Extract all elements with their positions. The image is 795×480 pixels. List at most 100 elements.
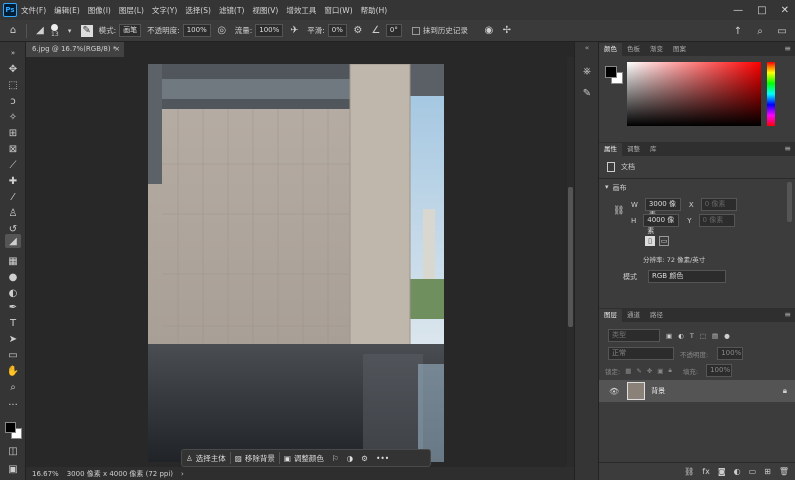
healing-tool-icon[interactable]: ✚	[5, 174, 21, 188]
new-layer-icon[interactable]: ⊞	[764, 467, 771, 476]
tab-adjustments[interactable]: 调整	[622, 143, 645, 156]
layer-name[interactable]: 背景	[651, 386, 665, 396]
adjustment-layer-icon[interactable]: ◐	[734, 467, 741, 476]
blur-tool-icon[interactable]: ●	[5, 270, 21, 284]
document-image[interactable]	[148, 64, 444, 462]
zoom-tool-icon[interactable]: ⌕	[5, 380, 21, 394]
history-checkbox[interactable]	[411, 26, 420, 35]
tab-libraries[interactable]: 库	[645, 143, 662, 156]
lock-image-icon[interactable]: ✎	[636, 367, 641, 375]
select-subject-button[interactable]: ♙ 选择主体	[182, 451, 230, 465]
menu-filter[interactable]: 滤镜(T)	[215, 5, 248, 16]
fx-icon[interactable]: fx	[702, 467, 710, 476]
share-icon[interactable]: ↑	[731, 24, 745, 38]
screen-mode-icon[interactable]: ▣	[5, 462, 21, 476]
home-icon[interactable]: ⌂	[6, 24, 20, 38]
menu-type[interactable]: 文字(Y)	[148, 5, 181, 16]
link-icon[interactable]: ⛓	[613, 206, 624, 216]
lock-artboard-icon[interactable]: ▣	[657, 367, 663, 375]
filter-adjust-icon[interactable]: ◐	[678, 332, 684, 340]
menu-plugins[interactable]: 增效工具	[282, 5, 320, 16]
brush-preset-picker[interactable]: 13	[51, 23, 59, 38]
airbrush-icon[interactable]: ✈	[287, 24, 301, 38]
properties-scrollbar[interactable]	[787, 182, 792, 222]
y-input[interactable]: 0 像素	[698, 214, 735, 227]
eyedropper-tool-icon[interactable]: ⟋	[5, 158, 21, 172]
lock-position-icon[interactable]: ✥	[647, 367, 652, 375]
gradient-tool-icon[interactable]: ▦	[5, 254, 21, 268]
link-layers-icon[interactable]: ⛓	[684, 467, 694, 476]
filter-pixel-icon[interactable]: ▣	[666, 332, 672, 340]
menu-window[interactable]: 窗口(W)	[320, 5, 356, 16]
document-tab[interactable]: 6.jpg @ 16.7%(RGB/8) * ×	[26, 42, 124, 57]
search-icon[interactable]: ⌕	[753, 24, 767, 38]
lasso-tool-icon[interactable]: ↄ	[5, 94, 21, 108]
new-group-icon[interactable]: ▭	[749, 467, 757, 476]
frame-tool-icon[interactable]: ⊠	[5, 142, 21, 156]
dodge-tool-icon[interactable]: ◐	[5, 286, 21, 300]
menu-file[interactable]: 文件(F)	[17, 5, 50, 16]
marquee-tool-icon[interactable]: ⬚	[5, 78, 21, 92]
quick-mask-icon[interactable]: ◫	[5, 444, 21, 458]
flow-input[interactable]: 100%	[255, 24, 284, 37]
angle-input[interactable]: 0°	[385, 24, 402, 37]
eye-icon[interactable]: 👁︎	[609, 387, 619, 396]
settings-button[interactable]: ⚙	[357, 451, 372, 465]
maximize-button[interactable]: □	[757, 5, 766, 16]
foreground-color-swatch[interactable]	[5, 422, 16, 433]
color-picker-field[interactable]	[627, 62, 761, 126]
canvas-section-header[interactable]: ▾ 画布	[605, 183, 627, 193]
delete-layer-icon[interactable]: 🗑︎	[779, 467, 789, 476]
color-mode-select[interactable]: RGB 颜色	[648, 270, 726, 283]
filter-shape-icon[interactable]: ⬚	[700, 332, 706, 340]
adjust-color-button[interactable]: ▣ 调整颜色	[280, 451, 328, 465]
pen-tool-icon[interactable]: ✒	[5, 300, 21, 314]
collapse-icon[interactable]: «	[577, 44, 597, 52]
chevron-down-icon[interactable]: ▾	[63, 24, 77, 38]
pressure-size-icon[interactable]: ◉	[482, 24, 496, 38]
foreground-swatch[interactable]	[605, 66, 617, 78]
menu-layer[interactable]: 图层(L)	[115, 5, 148, 16]
remove-background-button[interactable]: ▨ 移除背景	[231, 451, 279, 465]
tab-paths[interactable]: 路径	[645, 309, 668, 322]
collapse-icon[interactable]: »	[5, 46, 21, 60]
layer-opacity-input[interactable]: 100%	[717, 347, 744, 360]
filter-smart-icon[interactable]: ▤	[712, 332, 718, 340]
blend-mode-select[interactable]: 正常	[608, 347, 674, 360]
panel-menu-icon[interactable]: ≡	[784, 44, 791, 53]
eraser-tool-icon[interactable]: ◢	[33, 24, 47, 38]
smoothing-input[interactable]: 0%	[327, 24, 347, 37]
stamp-tool-icon[interactable]: ♙	[5, 206, 21, 220]
chevron-right-icon[interactable]: ›	[181, 470, 184, 478]
crop-tool-icon[interactable]: ⊞	[5, 126, 21, 140]
width-input[interactable]: 3000 像素	[644, 198, 681, 219]
vertical-scrollbar[interactable]	[567, 57, 574, 467]
brush-tool-icon[interactable]: ⁄	[5, 190, 21, 204]
type-tool-icon[interactable]: T	[5, 316, 21, 330]
tab-color[interactable]: 颜色	[599, 43, 622, 56]
tab-layers[interactable]: 图层	[599, 309, 622, 322]
menu-help[interactable]: 帮助(H)	[357, 5, 392, 16]
opacity-input[interactable]: 100%	[182, 24, 211, 37]
tab-swatches[interactable]: 色板	[622, 43, 645, 56]
workspace-icon[interactable]: ▭	[775, 24, 789, 38]
x-input[interactable]: 0 像素	[700, 198, 737, 211]
mode-select[interactable]: 画笔	[119, 24, 142, 37]
lock-transparent-icon[interactable]: ▦	[625, 367, 631, 375]
eraser-tool-icon[interactable]: ◢	[5, 234, 21, 248]
document-info[interactable]: 3000 像素 x 4000 像素 (72 ppi)	[67, 469, 173, 479]
filter-toggle-icon[interactable]: ●	[724, 332, 730, 340]
lock-all-icon[interactable]: 🔒︎	[668, 366, 671, 375]
more-tools-icon[interactable]: ···	[5, 398, 21, 412]
more-options-button[interactable]: •••	[372, 451, 393, 465]
rectangle-tool-icon[interactable]: ▭	[5, 348, 21, 362]
tab-patterns[interactable]: 图案	[668, 43, 691, 56]
symmetry-icon[interactable]: ✢	[500, 24, 514, 38]
comments-panel-icon[interactable]: ✎	[580, 88, 594, 102]
layer-kind-filter[interactable]: 类型	[608, 329, 660, 342]
panel-menu-icon[interactable]: ≡	[784, 144, 791, 153]
contrast-button[interactable]: ◑	[343, 451, 358, 465]
pressure-opacity-icon[interactable]: ◎	[215, 24, 229, 38]
filter-type-icon[interactable]: T	[690, 332, 694, 340]
path-select-tool-icon[interactable]: ➤	[5, 332, 21, 346]
